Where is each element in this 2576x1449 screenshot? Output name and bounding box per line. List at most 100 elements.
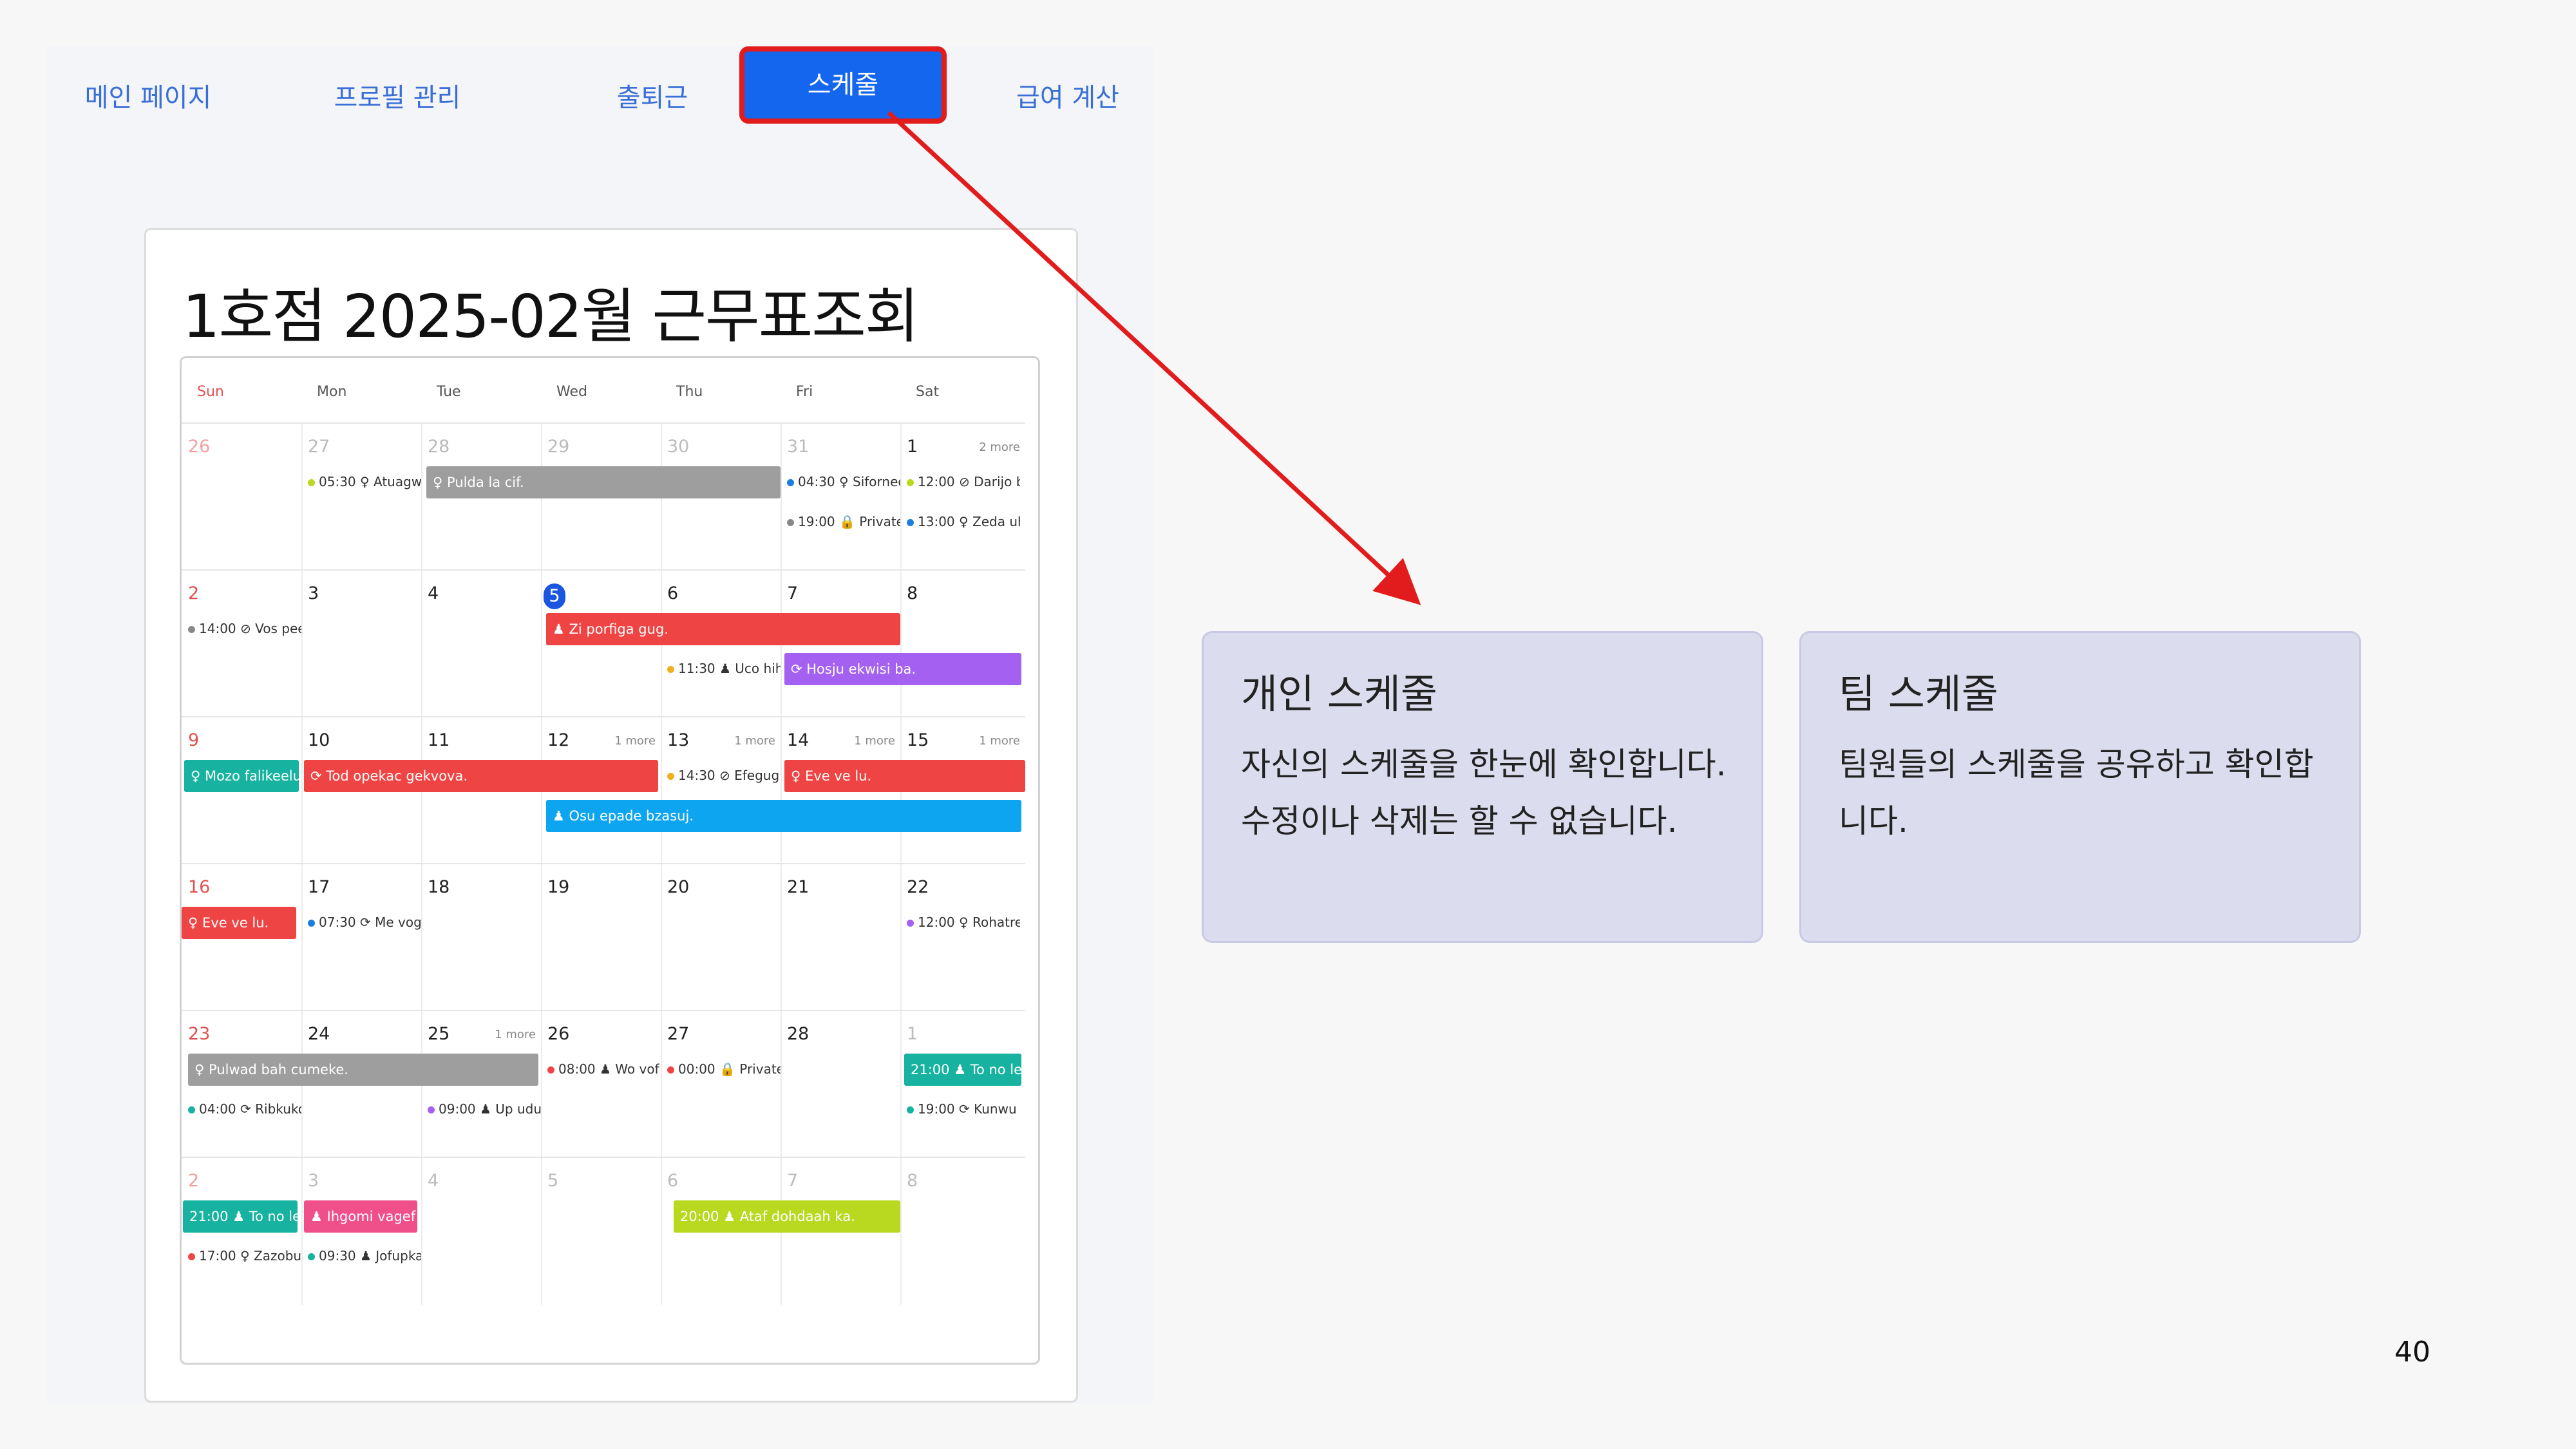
day-number: 1	[907, 1024, 918, 1044]
day-cell[interactable]: 26	[541, 1011, 662, 1158]
day-number: 28	[428, 437, 450, 457]
calendar-event[interactable]: 19:00 🔒 Private	[787, 509, 900, 535]
event-bar[interactable]: 21:00 ♟ To no lemav.	[183, 1200, 298, 1233]
event-label: 09:30 ♟ Jofupka tuadg	[319, 1248, 421, 1264]
event-bar[interactable]: ♟ Zi porfiga gug.	[546, 613, 900, 645]
day-cell[interactable]: 28	[781, 1011, 902, 1158]
more-link[interactable]: 1 more	[614, 734, 656, 748]
day-cell[interactable]: 19	[541, 864, 662, 1011]
day-cell[interactable]: 3	[301, 571, 422, 717]
calendar-event[interactable]: 08:00 ♟ Wo vof ko.	[547, 1056, 661, 1082]
calendar-week: 2 3 4 5 6 7 8 21:00 ♟ To no lemav. ♟ Ihg…	[182, 1157, 1025, 1305]
event-label: 19:00 🔒 Private	[798, 514, 900, 529]
calendar-event[interactable]: 17:00 ♀ Zazobu zedca:	[188, 1243, 301, 1269]
calendar-event[interactable]: 19:00 ⟳ Kunwu dajde	[907, 1096, 1020, 1122]
more-link[interactable]: 1 more	[854, 734, 895, 748]
calendar-event[interactable]: 11:30 ♟ Uco hihuh cu	[667, 656, 781, 681]
day-number: 17	[308, 877, 330, 897]
event-bar[interactable]: ♀ Eve ve lu.	[182, 907, 296, 939]
more-link[interactable]: 1 more	[734, 734, 775, 748]
day-number: 22	[907, 877, 929, 897]
event-label: 00:00 🔒 Private	[678, 1061, 781, 1077]
event-dot	[907, 479, 914, 486]
event-label: 12:00 ♀ Rohatre agluz	[918, 914, 1020, 930]
day-number: 25	[428, 1024, 450, 1044]
nav-item-attendance[interactable]: 출퇴근	[591, 61, 714, 135]
nav-item-profile[interactable]: 프로필 관리	[317, 61, 478, 135]
day-number: 19	[547, 877, 570, 897]
page-number: 40	[2394, 1336, 2430, 1368]
event-dot	[907, 519, 914, 526]
day-cell[interactable]: 22	[900, 864, 1025, 1011]
calendar-week: 2 3 4 5 6 7 8 14:00 ⊘ Vos peesluv h ♟ Zi…	[182, 569, 1025, 717]
calendar-event[interactable]: 14:00 ⊘ Vos peesluv h	[188, 616, 301, 641]
weekday-thu: Thu	[676, 384, 703, 400]
event-bar[interactable]: ♀ Pulda la cif.	[426, 466, 781, 498]
event-bar[interactable]: 20:00 ♟ Ataf dohdaah ka.	[674, 1200, 900, 1233]
weekday-mon: Mon	[317, 384, 347, 400]
nav-item-main[interactable]: 메인 페이지	[72, 61, 224, 135]
calendar-event[interactable]: 04:00 ⟳ Ribkukov nej:	[188, 1096, 301, 1122]
calendar-event[interactable]: 09:00 ♟ Up udu bevva	[428, 1096, 541, 1122]
day-number: 18	[428, 877, 450, 897]
event-dot	[188, 1253, 195, 1260]
day-cell[interactable]: 13 1 more	[661, 717, 782, 864]
day-cell[interactable]: 2	[182, 571, 303, 717]
day-cell[interactable]: 27	[301, 424, 422, 571]
event-label: 17:00 ♀ Zazobu zedca:	[199, 1248, 301, 1264]
day-cell[interactable]: 17	[301, 864, 422, 1011]
calendar-event[interactable]: 05:30 ♀ Atuagwuf roj r	[308, 469, 421, 495]
calendar-event[interactable]: 14:30 ⊘ Efegug ateidu	[667, 762, 781, 788]
more-link[interactable]: 1 more	[979, 734, 1020, 748]
day-number: 31	[787, 437, 810, 457]
personal-schedule-card: 개인 스케줄 자신의 스케줄을 한눈에 확인합니다.수정이나 삭제는 할 수 없…	[1202, 631, 1763, 943]
event-label: 09:00 ♟ Up udu bevva	[439, 1101, 541, 1117]
weekday-wed: Wed	[556, 384, 587, 400]
event-bar[interactable]: ♀ Eve ve lu.	[784, 760, 1025, 792]
day-cell[interactable]: 4	[421, 571, 542, 717]
day-number: 3	[308, 1171, 319, 1191]
day-cell[interactable]: 26	[182, 424, 303, 571]
day-cell[interactable]: 20	[661, 864, 782, 1011]
event-bar[interactable]: ♟ Osu epade bzasuj.	[546, 800, 1021, 832]
calendar-event[interactable]: 13:00 ♀ Zeda uh du.	[907, 509, 1020, 535]
day-cell[interactable]: 8	[900, 571, 1025, 717]
event-dot	[907, 1106, 914, 1113]
event-bar[interactable]: ♀ Mozo falikeelu upaz	[184, 760, 299, 792]
more-link[interactable]: 1 more	[495, 1028, 536, 1041]
calendar-event[interactable]: 12:00 ♀ Rohatre agluz	[907, 909, 1020, 935]
day-number: 4	[428, 1171, 439, 1191]
more-link[interactable]: 2 more	[979, 440, 1020, 454]
day-cell[interactable]: 31	[781, 424, 902, 571]
event-dot	[907, 920, 914, 927]
nav-item-payroll[interactable]: 급여 계산	[990, 61, 1145, 135]
event-label: 12:00 ⊘ Darijo bollige	[918, 474, 1020, 489]
day-cell[interactable]: 5	[541, 1158, 662, 1305]
weekday-sat: Sat	[916, 384, 940, 400]
event-bar[interactable]: 21:00 ♟ To no lemav.	[904, 1054, 1021, 1086]
day-cell[interactable]: 18	[421, 864, 542, 1011]
day-number: 23	[188, 1024, 211, 1044]
event-dot	[667, 1066, 674, 1074]
day-number: 2	[188, 1171, 200, 1191]
calendar-event[interactable]: 00:00 🔒 Private	[667, 1056, 781, 1082]
day-number: 5	[547, 1171, 559, 1191]
calendar-event[interactable]: 12:00 ⊘ Darijo bollige	[907, 469, 1020, 495]
day-cell[interactable]: 27	[661, 1011, 782, 1158]
day-number: 9	[188, 730, 200, 750]
day-cell[interactable]: 1 2 more	[900, 424, 1025, 571]
day-cell[interactable]: 21	[781, 864, 902, 1011]
calendar-event[interactable]: 09:30 ♟ Jofupka tuadg	[308, 1243, 421, 1269]
event-label: 04:30 ♀ Sifornec zi ade	[798, 474, 900, 489]
day-cell[interactable]: 4	[421, 1158, 542, 1305]
day-cell[interactable]: 8	[900, 1158, 1025, 1305]
event-bar[interactable]: ⟳ Hosju ekwisi ba.	[784, 653, 1021, 685]
calendar-week: 23 24 25 1 more 26 27 28 1 ♀ Pulwad bah c…	[182, 1010, 1025, 1158]
event-bar[interactable]: ♟ Ihgomi vagef barnut	[304, 1200, 417, 1233]
day-number: 8	[907, 1171, 918, 1191]
nav-item-schedule[interactable]: 스케줄	[739, 46, 947, 124]
event-bar[interactable]: ⟳ Tod opekac gekvova.	[304, 760, 658, 792]
calendar-event[interactable]: 07:30 ⟳ Me vogotisi al	[308, 909, 421, 935]
event-bar[interactable]: ♀ Pulwad bah cumeke.	[188, 1054, 538, 1086]
calendar-event[interactable]: 04:30 ♀ Sifornec zi ade	[787, 469, 900, 495]
